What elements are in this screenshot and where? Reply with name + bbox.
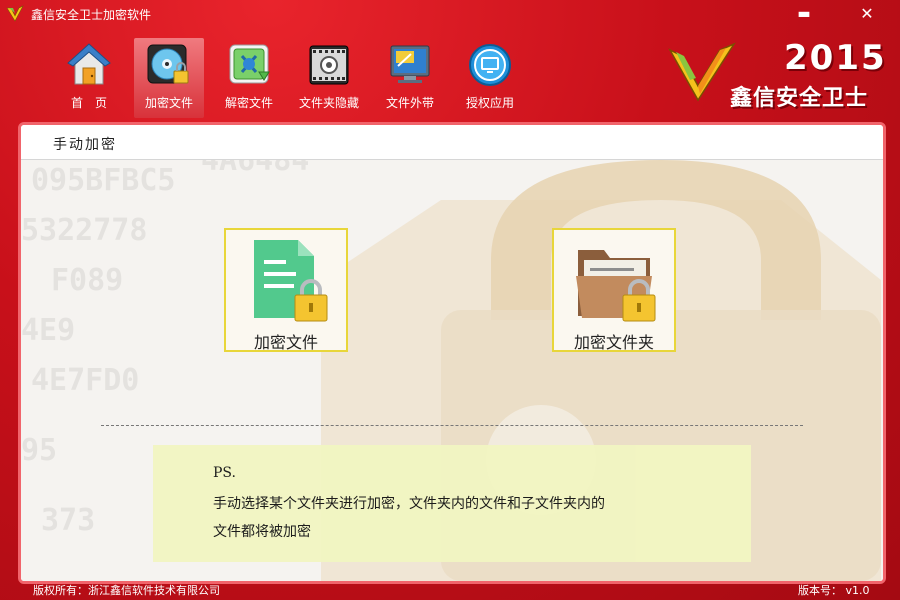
toolbar-authorize-label: 授权应用 <box>465 96 514 110</box>
version-text: 版本号： v1.0 <box>798 584 870 597</box>
title-bar: 鑫信安全卫士加密软件 ▬ ✕ <box>0 0 900 30</box>
ps-note-heading: PS. <box>213 465 236 481</box>
toolbar-home-label: 首 页 <box>70 96 107 110</box>
svg-text:4E7FD0: 4E7FD0 <box>31 363 139 398</box>
film-reel-icon <box>309 45 349 85</box>
app-logo-icon <box>6 5 24 22</box>
toolbar-encrypt-file-button[interactable]: 加密文件 <box>134 38 204 118</box>
window-title: 鑫信安全卫士加密软件 <box>31 8 152 22</box>
authorize-icon <box>469 44 511 86</box>
svg-text:373: 373 <box>41 503 95 538</box>
monitor-icon <box>390 45 430 83</box>
brand-name: 鑫信安全卫士 <box>730 86 869 111</box>
dashed-divider <box>101 425 803 426</box>
toolbar-home-button[interactable]: 首 页 <box>54 38 124 118</box>
home-icon <box>67 43 111 85</box>
toolbar-encrypt-file-label: 加密文件 <box>144 96 193 110</box>
svg-text:F089: F089 <box>51 263 123 298</box>
brand-year: 2015 <box>784 38 887 78</box>
close-button[interactable]: ✕ <box>856 4 878 24</box>
svg-text:5322778: 5322778 <box>21 213 147 248</box>
toolbar-authorize-button[interactable]: 授权应用 <box>455 38 525 118</box>
svg-text:095BFBC5: 095BFBC5 <box>31 163 176 198</box>
app-window: 鑫信安全卫士加密软件 ▬ ✕ 首 页 加密文件 解密文件 文件夹隐藏 文件外带 … <box>0 0 900 600</box>
panel-body: 095BFBC5 4A6484 5322778 F089 4E9 4E7FD0 … <box>21 160 883 581</box>
decrypt-icon <box>229 44 270 84</box>
content-panel: 手动加密 095BFBC5 4A6484 5322778 F089 4E9 4E… <box>18 122 886 584</box>
locked-folder-icon <box>576 250 656 322</box>
svg-text:4E9: 4E9 <box>21 313 75 348</box>
encrypt-folder-card[interactable]: 加密文件夹 <box>552 228 676 352</box>
ps-note-line: 手动选择某个文件夹进行加密，文件夹内的文件和子文件夹内的 <box>213 496 605 512</box>
encrypt-file-card[interactable]: 加密文件 <box>224 228 348 352</box>
panel-title: 手动加密 <box>53 137 117 153</box>
encrypt-folder-label: 加密文件夹 <box>573 333 654 352</box>
svg-text:95: 95 <box>21 433 57 468</box>
ps-note-box: PS. 手动选择某个文件夹进行加密，文件夹内的文件和子文件夹内的 文件都将被加密 <box>153 445 751 562</box>
encrypt-disc-icon <box>147 44 189 84</box>
toolbar-file-carry-label: 文件外带 <box>385 96 434 110</box>
brand-logo-icon <box>668 42 736 102</box>
toolbar-folder-hide-label: 文件夹隐藏 <box>298 96 359 110</box>
panel-header: 手动加密 <box>21 125 883 160</box>
locked-file-icon <box>254 240 328 322</box>
encrypt-file-label: 加密文件 <box>253 333 318 352</box>
toolbar-folder-hide-button[interactable]: 文件夹隐藏 <box>294 38 364 118</box>
minimize-button[interactable]: ▬ <box>793 4 815 24</box>
toolbar-decrypt-file-label: 解密文件 <box>224 96 273 110</box>
toolbar-file-carry-button[interactable]: 文件外带 <box>375 38 445 118</box>
svg-text:4A6484: 4A6484 <box>201 160 309 178</box>
copyright-text: 版权所有：浙江鑫信软件技术有限公司 <box>33 584 220 597</box>
toolbar-decrypt-file-button[interactable]: 解密文件 <box>214 38 284 118</box>
ps-note-line: 文件都将被加密 <box>213 524 311 540</box>
